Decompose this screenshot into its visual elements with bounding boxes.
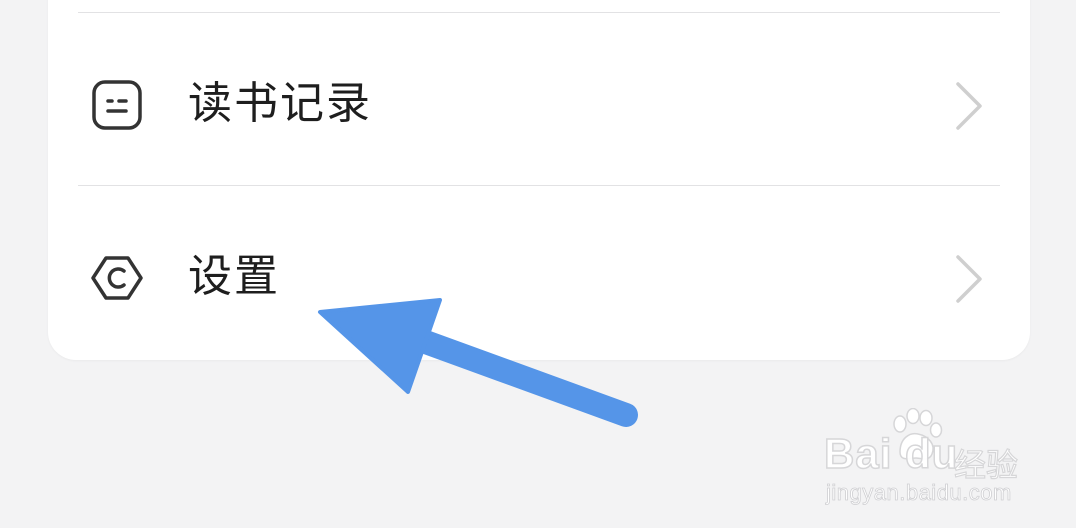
menu-item-label: 设置 xyxy=(188,251,280,302)
baidu-jingyan-watermark: Bai du 经验 jingyan.baidu.com xyxy=(823,407,1034,518)
watermark-brand: Bai du xyxy=(823,429,959,478)
menu-item-reading-record[interactable]: 读书记录 xyxy=(48,36,1030,166)
chevron-right-icon xyxy=(948,251,988,307)
page: 读书记录 设置 Bai du 经验 jingyan.baidu.com xyxy=(0,0,1076,528)
settings-hexagon-icon xyxy=(88,249,146,307)
divider-middle xyxy=(78,185,1000,186)
pointer-arrow-icon xyxy=(300,290,660,440)
menu-item-label: 读书记录 xyxy=(188,78,372,129)
reading-record-icon xyxy=(88,76,146,134)
watermark-url: jingyan.baidu.com xyxy=(826,480,1012,506)
divider-top xyxy=(78,12,1000,13)
chevron-right-icon xyxy=(948,78,988,134)
